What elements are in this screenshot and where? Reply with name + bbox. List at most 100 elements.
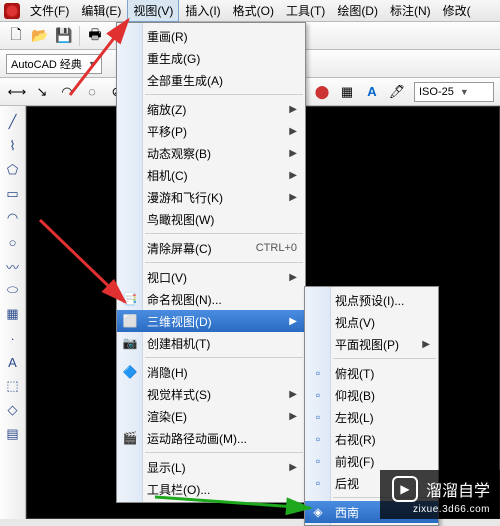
menu-display[interactable]: 显示(L)▶ [117, 456, 305, 478]
menubar[interactable]: 文件(F) 编辑(E) 视图(V) 插入(I) 格式(O) 工具(T) 绘图(D… [0, 0, 500, 22]
cube-icon: ▫ [310, 475, 326, 491]
submenu-arrow-icon: ▶ [289, 104, 297, 115]
cube-icon: ▫ [310, 387, 326, 403]
open-icon[interactable]: 📂 [29, 25, 51, 47]
rect-icon[interactable]: ▭ [2, 183, 24, 205]
submenu-arrow-icon: ▶ [289, 126, 297, 137]
hide-icon: 🔷 [122, 364, 138, 380]
cube-icon: ▫ [310, 453, 326, 469]
view-menu-dropdown: 重画(R) 重生成(G) 全部重生成(A) 缩放(Z)▶ 平移(P)▶ 动态观察… [116, 22, 306, 503]
sub-top[interactable]: ▫俯视(T) [305, 362, 438, 384]
dim-arc-icon[interactable]: ◠ [56, 81, 78, 103]
sub-front[interactable]: ▫前视(F) [305, 450, 438, 472]
menu-visualstyle[interactable]: 视觉样式(S)▶ [117, 383, 305, 405]
menu-file[interactable]: 文件(F) [24, 0, 75, 22]
table-icon[interactable]: ▤ [2, 423, 24, 445]
submenu-arrow-icon: ▶ [289, 170, 297, 181]
menu-edit[interactable]: 编辑(E) [75, 0, 127, 22]
menu-pan[interactable]: 平移(P)▶ [117, 120, 305, 142]
view3d-icon: ⬜ [122, 313, 138, 329]
menu-orbit[interactable]: 动态观察(B)▶ [117, 142, 305, 164]
print-icon[interactable]: 🖶 [84, 25, 106, 47]
menu-dimension[interactable]: 标注(N) [384, 0, 437, 22]
submenu-arrow-icon: ▶ [422, 339, 430, 350]
line-icon[interactable]: ╱ [2, 111, 24, 133]
draw-toolbar: ╱ ⌇ ⬠ ▭ ◠ ○ 〰 ⬭ ▦ ∙ A ⬚ ◇ ▤ [0, 106, 26, 519]
menu-tools[interactable]: 工具(T) [280, 0, 331, 22]
arc-icon[interactable]: ◠ [2, 207, 24, 229]
menu-draw[interactable]: 绘图(D) [331, 0, 384, 22]
menu-format[interactable]: 格式(O) [227, 0, 280, 22]
sub-bottom[interactable]: ▫仰视(B) [305, 384, 438, 406]
point-icon[interactable]: ∙ [2, 327, 24, 349]
ellipse-icon[interactable]: ⬭ [2, 279, 24, 301]
text-draw-icon[interactable]: A [2, 351, 24, 373]
menu-cleanscreen[interactable]: 清除屏幕(C)CTRL+0 [117, 237, 305, 259]
region-icon[interactable]: ◇ [2, 399, 24, 421]
polyline-icon[interactable]: ⌇ [2, 135, 24, 157]
dim-linear-icon[interactable]: ⟷ [6, 81, 28, 103]
hatch-icon[interactable]: ▦ [2, 303, 24, 325]
submenu-arrow-icon: ▶ [289, 272, 297, 283]
chevron-down-icon: ▼ [460, 87, 469, 97]
cube-icon: ▫ [310, 365, 326, 381]
watermark-url: zixue.3d66.com [392, 504, 490, 515]
watermark: ▶ 溜溜自学 zixue.3d66.com [380, 470, 500, 519]
watermark-brand: 溜溜自学 [426, 477, 490, 501]
camera-icon: 📷 [122, 335, 138, 351]
submenu-arrow-icon: ▶ [289, 411, 297, 422]
menu-view[interactable]: 视图(V) [127, 0, 179, 22]
block-icon[interactable]: ⬚ [2, 375, 24, 397]
submenu-arrow-icon: ▶ [289, 148, 297, 159]
menu-render[interactable]: 渲染(E)▶ [117, 405, 305, 427]
dim-radius-icon[interactable]: ◌ [81, 81, 103, 103]
dim-aligned-icon[interactable]: ↘ [31, 81, 53, 103]
menu-3dview[interactable]: ⬜三维视图(D)▶ [117, 310, 305, 332]
menu-zoom[interactable]: 缩放(Z)▶ [117, 98, 305, 120]
chevron-down-icon: ▼ [88, 59, 97, 69]
motion-icon: 🎬 [122, 430, 138, 446]
namedview-icon: 📑 [122, 291, 138, 307]
cube-icon: ▫ [310, 409, 326, 425]
menu-createcamera[interactable]: 📷创建相机(T) [117, 332, 305, 354]
circle-icon[interactable]: ○ [2, 231, 24, 253]
workspace-label: AutoCAD 经典 [11, 56, 82, 72]
play-icon: ▶ [392, 476, 418, 502]
cube-icon: ▫ [310, 431, 326, 447]
polygon-icon[interactable]: ⬠ [2, 159, 24, 181]
menu-toolbar[interactable]: 工具栏(O)... [117, 478, 305, 500]
dimstyle-combo[interactable]: ISO-25 ▼ [414, 82, 494, 102]
menu-insert[interactable]: 插入(I) [179, 0, 226, 22]
sub-viewpoint-preset[interactable]: 视点预设(I)... [305, 289, 438, 311]
sub-planview[interactable]: 平面视图(P)▶ [305, 333, 438, 355]
submenu-arrow-icon: ▶ [289, 389, 297, 400]
pen-icon[interactable]: 🖊 [386, 81, 408, 103]
menu-aerial[interactable]: 鸟瞰视图(W) [117, 208, 305, 230]
menu-regen[interactable]: 重生成(G) [117, 47, 305, 69]
sub-right[interactable]: ▫右视(R) [305, 428, 438, 450]
submenu-arrow-icon: ▶ [289, 192, 297, 203]
menu-modify[interactable]: 修改( [437, 0, 477, 22]
spline-icon[interactable]: 〰 [2, 255, 24, 277]
menu-motionpath[interactable]: 🎬运动路径动画(M)... [117, 427, 305, 449]
sub-left[interactable]: ▫左视(L) [305, 406, 438, 428]
layer-icon[interactable]: ⬤ [311, 81, 333, 103]
menu-redraw[interactable]: 重画(R) [117, 25, 305, 47]
menu-viewport[interactable]: 视口(V)▶ [117, 266, 305, 288]
new-icon[interactable]: 🗋 [5, 25, 27, 47]
menu-camera[interactable]: 相机(C)▶ [117, 164, 305, 186]
layer-box-icon[interactable]: ▦ [336, 81, 358, 103]
menu-namedview[interactable]: 📑命名视图(N)... [117, 288, 305, 310]
text-icon[interactable]: A [361, 81, 383, 103]
submenu-arrow-icon: ▶ [289, 462, 297, 473]
dimstyle-label: ISO-25 [419, 86, 454, 98]
menu-walkfly[interactable]: 漫游和飞行(K)▶ [117, 186, 305, 208]
iso-icon: ◈ [310, 504, 326, 520]
workspace-combo[interactable]: AutoCAD 经典 ▼ [6, 54, 102, 74]
menu-hide[interactable]: 🔷消隐(H) [117, 361, 305, 383]
submenu-arrow-icon: ▶ [289, 316, 297, 327]
sub-viewpoint[interactable]: 视点(V) [305, 311, 438, 333]
save-icon[interactable]: 💾 [53, 25, 75, 47]
app-icon [4, 3, 20, 19]
menu-regenall[interactable]: 全部重生成(A) [117, 69, 305, 91]
